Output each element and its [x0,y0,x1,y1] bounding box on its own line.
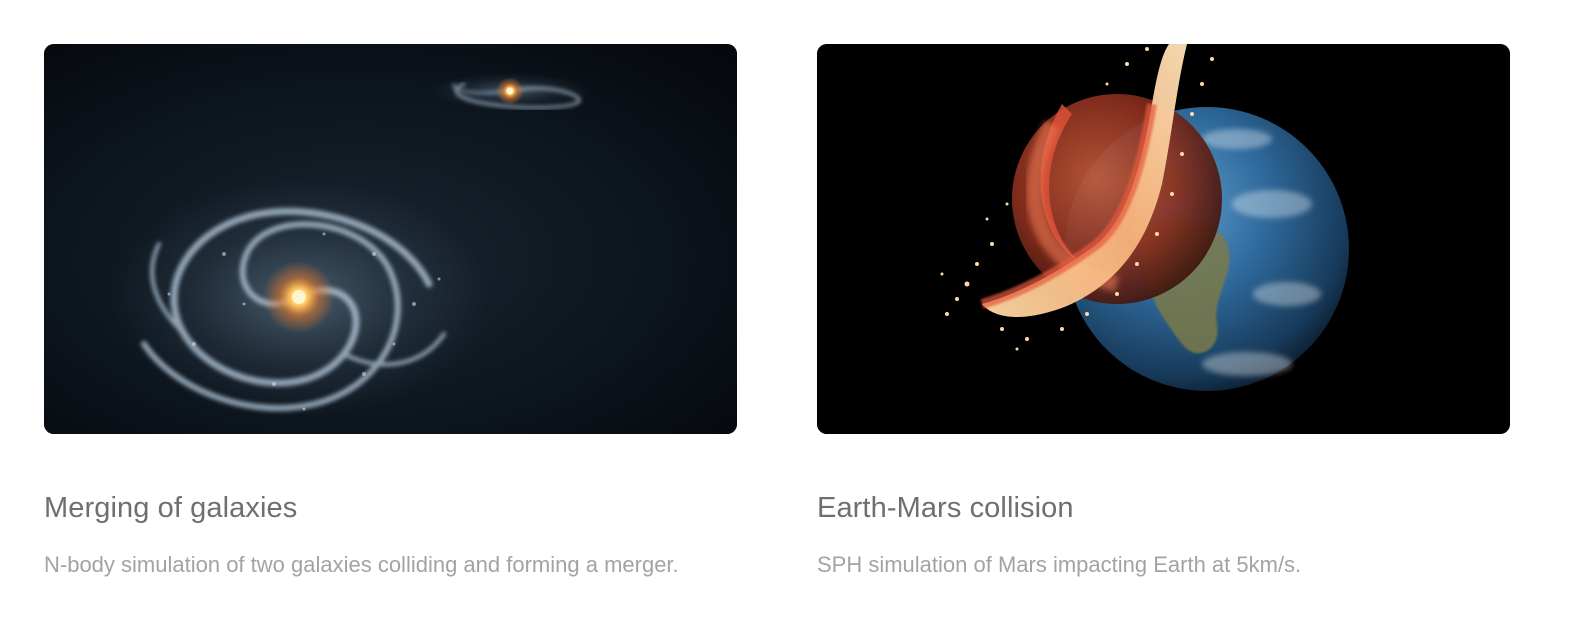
galaxy-merger-illustration [44,44,737,434]
card-description: SPH simulation of Mars impacting Earth a… [817,552,1302,577]
card-earth-mars-collision[interactable]: Earth-Mars collision SPH simulation of M… [817,44,1510,584]
simulation-gallery: Merging of galaxies N-body simulation of… [0,0,1574,644]
card-galaxy-merger[interactable]: Merging of galaxies N-body simulation of… [44,44,737,584]
galaxy-merger-image[interactable] [44,44,737,434]
earth-mars-illustration [817,44,1510,434]
card-title[interactable]: Earth-Mars collision [817,490,1510,526]
earth-mars-impact-image[interactable] [817,44,1510,434]
card-description: N-body simulation of two galaxies collid… [44,552,679,577]
card-title[interactable]: Merging of galaxies [44,490,737,526]
